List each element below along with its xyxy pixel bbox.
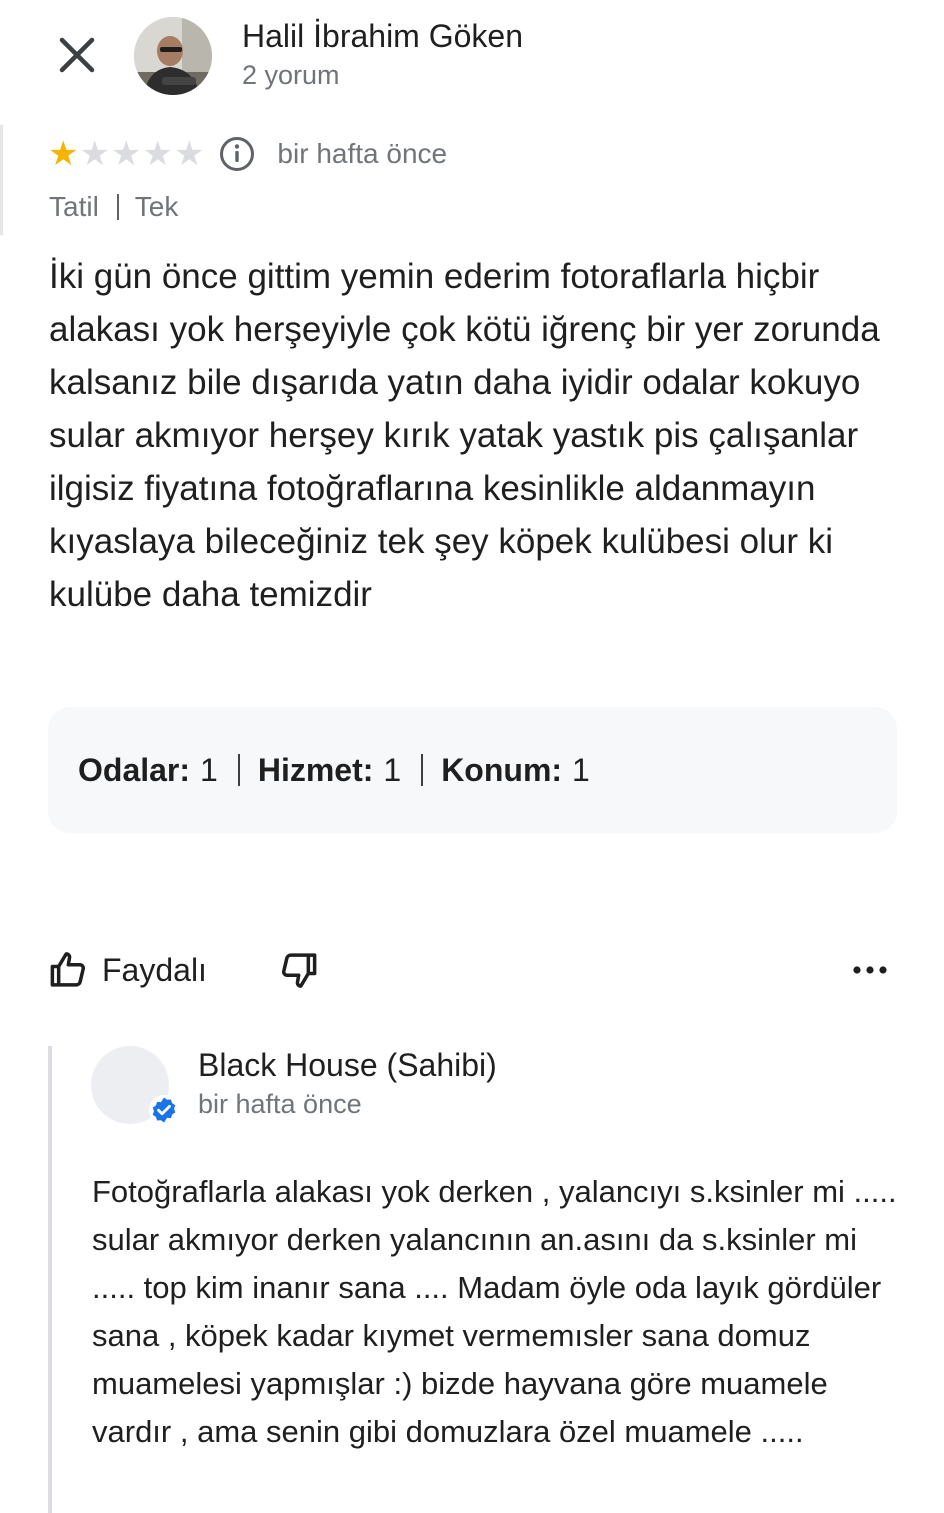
- review-text: İki gün önce gittim yemin ederim fotoraf…: [49, 257, 880, 614]
- tag-trip-type: Tatil: [49, 191, 99, 222]
- star-empty-icon: ★: [79, 135, 110, 173]
- star-rating: ★ ★ ★ ★ ★: [48, 137, 205, 171]
- thumbs-up-icon: [50, 952, 86, 987]
- rating-row: ★ ★ ★ ★ ★ bir hafta önce: [48, 133, 447, 175]
- info-button[interactable]: [219, 136, 255, 172]
- sub-rating-value-location: 1: [572, 751, 590, 788]
- star-filled-icon: ★: [48, 135, 79, 173]
- helpful-label: Faydalı: [102, 951, 207, 988]
- owner-reply-divider: [48, 1046, 52, 1513]
- verified-badge-icon: [149, 1095, 179, 1125]
- review-tags: Tatil Tek: [49, 191, 178, 223]
- more-horizontal-icon: [853, 966, 887, 974]
- sub-ratings-box: Odalar: 1 Hizmet: 1 Konum: 1: [48, 707, 897, 833]
- left-edge-divider: [0, 125, 3, 235]
- thumbs-down-icon: [281, 953, 317, 988]
- review-detail-page: Halil İbrahim Göken 2 yorum ★ ★ ★ ★ ★ bir ha…: [0, 0, 944, 1513]
- helpful-button[interactable]: Faydalı: [48, 945, 207, 995]
- owner-reply-time: bir hafta önce: [198, 1089, 362, 1119]
- tag-divider: [116, 194, 119, 220]
- star-empty-icon: ★: [110, 135, 142, 173]
- close-icon: [59, 37, 95, 73]
- sub-rating-label-location: Konum:: [441, 751, 563, 788]
- owner-reply-text: Fotoğraflarla alakası yok derken , yalan…: [92, 1174, 897, 1449]
- not-helpful-button[interactable]: [276, 947, 320, 993]
- owner-name: Black House (Sahibi): [198, 1047, 497, 1083]
- author-avatar[interactable]: [134, 17, 212, 95]
- star-empty-icon: ★: [173, 135, 205, 173]
- sub-rating-value-service: 1: [383, 751, 402, 788]
- sub-rating-value-rooms: 1: [200, 751, 218, 788]
- info-icon: [220, 137, 255, 171]
- author-name[interactable]: Halil İbrahim Göken: [242, 18, 523, 55]
- star-empty-icon: ★: [142, 135, 173, 173]
- tag-travel-group: Tek: [134, 191, 179, 222]
- review-actions: Faydalı: [48, 945, 898, 995]
- sub-rating-divider: [421, 754, 424, 786]
- sub-rating-label-rooms: Odalar:: [78, 751, 191, 788]
- author-review-count: 2 yorum: [242, 60, 340, 90]
- close-button[interactable]: [52, 30, 102, 80]
- review-time: bir hafta önce: [277, 138, 448, 169]
- sub-rating-label-service: Hizmet:: [257, 751, 374, 788]
- author-photo: [134, 17, 212, 95]
- sub-rating-divider: [237, 754, 240, 786]
- more-options-button[interactable]: [850, 953, 890, 987]
